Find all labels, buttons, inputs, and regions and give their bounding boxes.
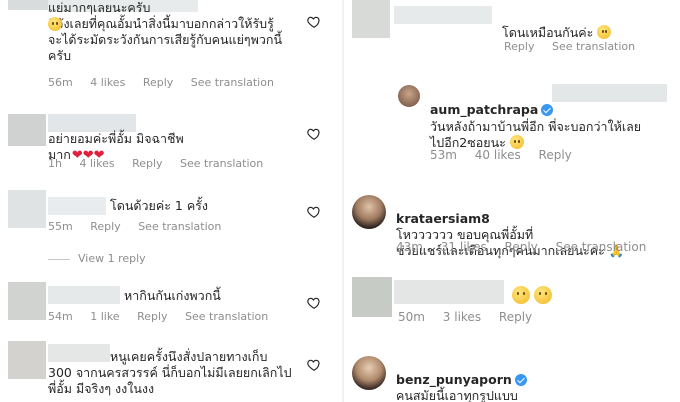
avatar[interactable] (8, 282, 46, 320)
reply-button[interactable]: Reply (504, 40, 534, 53)
comment-text: วันหลังถ้ามาบ้านพี่อีก พี่จะบอกว่าให้เลย… (430, 103, 675, 151)
comment-time: 53m (430, 148, 457, 162)
comment-item: krataersiam8 โหวววววว ขอบคุณพี่อั้มที่ ช… (346, 185, 680, 260)
comment-item: อย่ายอมค่ะพี่อั้ม มิจฉาชีพ มาก❤❤❤ 1h 4 l… (0, 105, 342, 175)
view-replies-label: View 1 reply (78, 252, 146, 265)
heart-icon[interactable] (307, 296, 321, 310)
heart-icon[interactable] (307, 15, 321, 29)
comment-item: โดนเหมือนกันค่ะ Reply See translation (346, 0, 680, 60)
see-translation-button[interactable]: See translation (552, 40, 635, 53)
comment-text: แย่มากๆเลยนะครับ ดีจังเลยที่คุณอั้มนำสิ่… (48, 0, 283, 63)
disappointed-emoji (48, 17, 62, 31)
see-translation-button[interactable]: See translation (556, 240, 647, 254)
see-translation-button[interactable]: See translation (138, 220, 221, 233)
comment-item: หากินกันเก่งพวกนี้ 54m 1 like Reply See … (0, 280, 342, 330)
comment-time: 56m (48, 76, 73, 89)
comment-text: หากินกันเก่งพวกนี้ (124, 288, 221, 303)
surprised-emoji (534, 286, 552, 304)
avatar[interactable] (8, 114, 46, 146)
likes-count[interactable]: 1 like (90, 310, 119, 323)
see-translation-button[interactable]: See translation (180, 157, 263, 170)
comment-meta: 43m 31 likes Reply See translation (396, 240, 660, 254)
username[interactable]: benz_punyaporn (396, 372, 512, 387)
divider-line (48, 258, 70, 260)
comment-item: หนูเคยครั้งนึงสั่งปลายทางเก็บ 300 จากนคร… (0, 338, 342, 402)
redacted-mention (552, 84, 667, 102)
comment-text: หนูเคยครั้งนึงสั่งปลายทางเก็บ 300 จากนคร… (48, 349, 292, 396)
comment-text-body: คนสมัยนี้เอาทุกรูปแบบ จริงๆ (396, 388, 518, 402)
comment-item: benz_punyaporn คนสมัยนี้เอาทุกรูปแบบ จริ… (346, 346, 680, 402)
likes-count[interactable]: 3 likes (443, 310, 481, 324)
heart-icon[interactable] (307, 358, 321, 372)
reply-button[interactable]: Reply (505, 240, 538, 254)
comment-time: 1h (48, 157, 62, 170)
likes-count[interactable]: 31 likes (441, 240, 487, 254)
verified-badge-icon (514, 374, 527, 386)
heart-icon[interactable] (307, 205, 321, 219)
comment-meta: 1h 4 likes Reply See translation (48, 157, 277, 170)
redacted-username (394, 6, 492, 24)
heart-icon[interactable] (307, 127, 321, 141)
comment-text-body: วันหลังถ้ามาบ้านพี่อีก พี่จะบอกว่าให้เลย… (430, 119, 642, 150)
comment-text: โดนเหมือนกันค่ะ (502, 9, 672, 41)
view-replies-button[interactable]: View 1 reply (48, 252, 146, 265)
see-translation-button[interactable]: See translation (191, 76, 274, 89)
surprised-emoji (512, 286, 530, 304)
comment-item: โดนด้วยค่ะ 1 ครั้ง 55m Reply See transla… (0, 185, 342, 270)
likes-count[interactable]: 4 likes (79, 157, 114, 170)
likes-count[interactable]: 40 likes (475, 148, 521, 162)
avatar[interactable] (352, 0, 390, 38)
comment-text-body: โดนเหมือนกันค่ะ (502, 25, 594, 40)
grinning-sweat-emoji (597, 25, 612, 39)
avatar[interactable] (8, 190, 46, 228)
reply-item: aum_patchrapa วันหลังถ้ามาบ้านพี่อีก พี่… (346, 78, 680, 168)
comment-text: โดนด้วยค่ะ 1 ครั้ง (110, 198, 208, 213)
comment-item: แย่มากๆเลยนะครับ ดีจังเลยที่คุณอั้มนำสิ่… (0, 0, 342, 95)
comment-item: 50m 3 likes Reply (346, 272, 680, 330)
reply-button[interactable]: Reply (499, 310, 532, 324)
reply-button[interactable]: Reply (90, 220, 120, 233)
reply-button[interactable]: Reply (137, 310, 167, 323)
avatar[interactable] (352, 277, 392, 317)
avatar[interactable] (8, 0, 48, 10)
reply-button[interactable]: Reply (539, 148, 572, 162)
avatar[interactable] (352, 195, 386, 229)
comment-time: 50m (398, 310, 425, 324)
likes-count[interactable]: 4 likes (90, 76, 125, 89)
avatar[interactable] (352, 356, 386, 390)
redacted-username (48, 197, 106, 215)
reply-button[interactable]: Reply (132, 157, 162, 170)
right-comment-panel: โดนเหมือนกันค่ะ Reply See translation au… (346, 0, 680, 402)
comment-meta: 54m 1 like Reply See translation (48, 310, 282, 323)
username[interactable]: krataersiam8 (396, 211, 490, 226)
comment-meta: 55m Reply See translation (48, 220, 235, 233)
see-translation-button[interactable]: See translation (185, 310, 268, 323)
avatar[interactable] (398, 85, 420, 107)
comment-time: 54m (48, 310, 73, 323)
left-comment-panel: แย่มากๆเลยนะครับ ดีจังเลยที่คุณอั้มนำสิ่… (0, 0, 344, 402)
comment-time: 43m (396, 240, 423, 254)
laughing-emoji (509, 135, 524, 149)
redacted-username (48, 286, 120, 304)
comment-meta: 53m 40 likes Reply (430, 148, 586, 162)
avatar[interactable] (8, 341, 46, 379)
comment-meta: 50m 3 likes Reply (398, 310, 546, 324)
comment-meta: 56m 4 likes Reply See translation (48, 76, 288, 89)
reply-button[interactable]: Reply (143, 76, 173, 89)
comment-time: 55m (48, 220, 73, 233)
comment-meta: Reply See translation (504, 40, 649, 53)
comment-text: benz_punyaporn คนสมัยนี้เอาทุกรูปแบบ จริ… (396, 356, 676, 402)
redacted-username (394, 280, 504, 304)
